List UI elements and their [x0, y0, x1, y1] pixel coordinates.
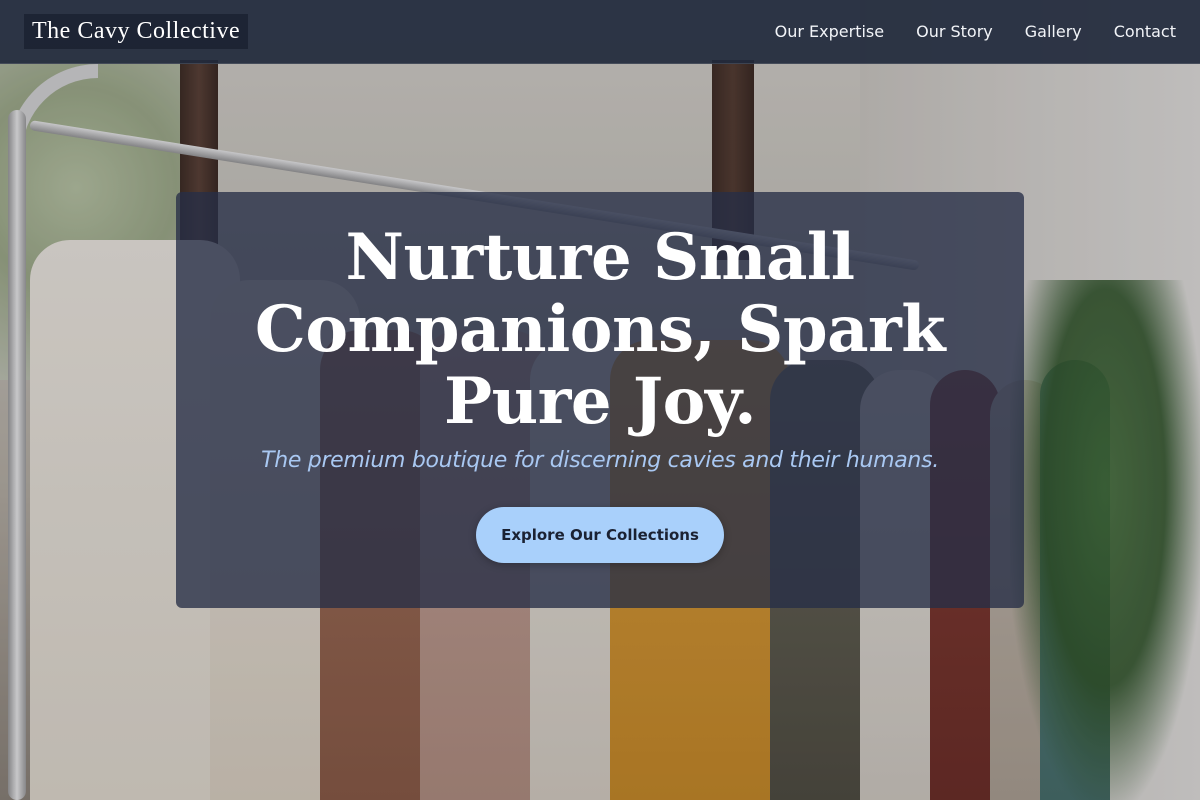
nav-link-gallery[interactable]: Gallery [1025, 22, 1082, 41]
hero-card: Nurture Small Companions, Spark Pure Joy… [176, 192, 1024, 608]
hero-subtitle: The premium boutique for discerning cavi… [261, 448, 939, 473]
nav-link-our-story[interactable]: Our Story [916, 22, 993, 41]
site-logo[interactable]: The Cavy Collective [24, 14, 249, 49]
nav-link-contact[interactable]: Contact [1114, 22, 1176, 41]
nav-link-our-expertise[interactable]: Our Expertise [775, 22, 884, 41]
site-header: The Cavy Collective Our Expertise Our St… [0, 0, 1200, 64]
main-nav: Our Expertise Our Story Gallery Contact [775, 22, 1176, 41]
hero-title: Nurture Small Companions, Spark Pure Joy… [254, 220, 946, 439]
explore-collections-button[interactable]: Explore Our Collections [476, 507, 724, 563]
